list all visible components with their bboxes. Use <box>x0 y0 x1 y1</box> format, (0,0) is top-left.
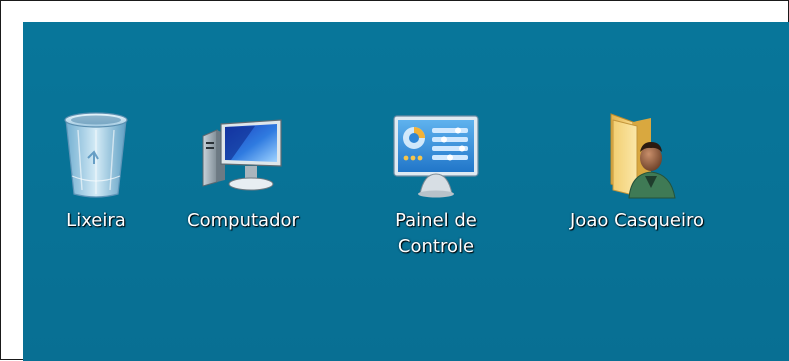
user-folder-icon <box>589 106 685 202</box>
control-panel-icon <box>388 106 484 202</box>
desktop-icon-recycle-bin[interactable]: Lixeira <box>21 106 171 234</box>
computer-icon <box>195 106 291 202</box>
icon-label: Joao Casqueiro <box>570 210 704 231</box>
icon-label: Painel de Controle <box>395 210 477 257</box>
desktop-icon-control-panel[interactable]: Painel de Controle <box>361 106 511 260</box>
desktop-icon-user-folder[interactable]: Joao Casqueiro <box>562 106 712 234</box>
icon-label: Lixeira <box>66 210 126 231</box>
desktop-area[interactable]: Lixeira Computador Painel de Controle Jo… <box>23 22 789 361</box>
desktop-icon-computer[interactable]: Computador <box>168 106 318 234</box>
icon-label: Computador <box>187 210 299 231</box>
screenshot-frame: Lixeira Computador Painel de Controle Jo… <box>0 0 789 361</box>
recycle-bin-icon <box>48 106 144 202</box>
